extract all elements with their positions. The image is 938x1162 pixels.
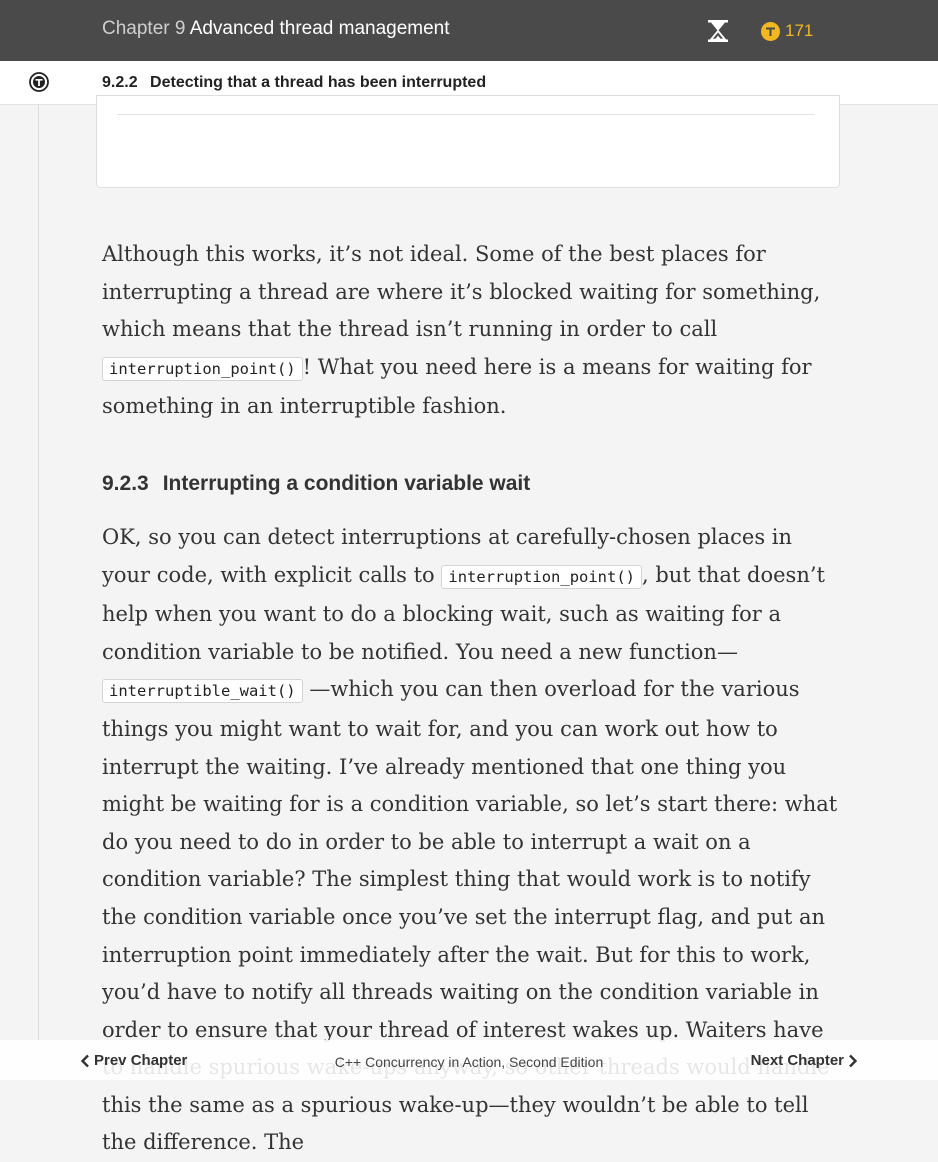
- text: —which you can then overload for the var…: [102, 677, 838, 1155]
- logo-icon[interactable]: [29, 72, 49, 92]
- chapter-number: Chapter 9: [102, 18, 186, 39]
- token-count: 171: [785, 21, 814, 40]
- top-bar: Chapter 9 Advanced thread management 171: [0, 0, 938, 61]
- token-balance[interactable]: 171: [761, 21, 813, 41]
- next-chapter-button[interactable]: Next Chapter: [751, 1052, 858, 1069]
- inline-code: interruptible_wait(): [102, 679, 303, 704]
- inline-code: interruption_point(): [441, 564, 643, 589]
- hourglass-icon[interactable]: [707, 19, 729, 43]
- section-title: Detecting that a thread has been interru…: [150, 74, 487, 91]
- section-heading: 9.2.3 Interrupting a condition variable w…: [102, 472, 838, 496]
- chapter-title[interactable]: Chapter 9 Advanced thread management: [102, 18, 450, 40]
- inline-code: interruption_point(): [102, 356, 303, 381]
- paragraph: Although this works, it’s not ideal. Som…: [102, 236, 838, 426]
- current-section[interactable]: 9.2.2 Detecting that a thread has been i…: [102, 74, 486, 92]
- chevron-right-icon: [849, 1054, 858, 1067]
- left-rule: [38, 104, 39, 1040]
- chapter-name: Advanced thread management: [189, 18, 450, 39]
- next-chapter-label: Next Chapter: [750, 1052, 844, 1069]
- chapter-content: Although this works, it’s not ideal. Som…: [102, 236, 838, 1162]
- heading-title: Interrupting a condition variable wait: [162, 471, 531, 495]
- text: Although this works, it’s not ideal. Som…: [102, 242, 821, 342]
- heading-number: 9.2.3: [102, 471, 149, 495]
- code-listing-box: [96, 95, 840, 188]
- token-icon: [761, 21, 780, 41]
- bottom-nav-bar: Prev Chapter C++ Concurrency in Action, …: [0, 1040, 938, 1080]
- code-divider: [117, 114, 815, 115]
- section-number: 9.2.2: [102, 74, 138, 91]
